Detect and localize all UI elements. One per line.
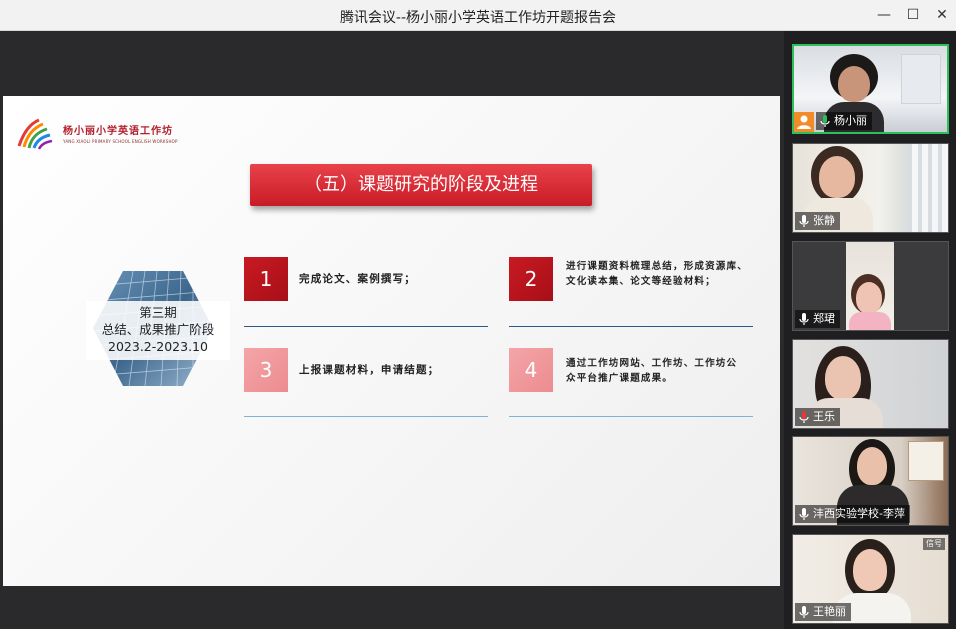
video-tile-participant[interactable]: 张静	[792, 143, 949, 233]
phase-dates: 2023.2-2023.10	[108, 339, 208, 354]
step-divider-1	[244, 326, 488, 327]
participant-name: 杨小丽	[834, 114, 867, 127]
window-title: 腾讯会议--杨小丽小学英语工作坊开题报告会	[339, 10, 617, 26]
microphone-active-icon	[820, 115, 830, 127]
step-number-3: 3	[244, 348, 288, 392]
participant-nametag: 郑珺	[795, 310, 840, 328]
participant-name: 张静	[813, 214, 835, 227]
phase-number: 第三期	[139, 305, 177, 320]
participant-nametag: 张静	[795, 212, 840, 230]
step-text-2: 进行课题资料梳理总结，形成资源库、文化读本集、论文等经验材料；	[566, 261, 748, 287]
signal-indicator: 信号	[923, 538, 945, 550]
video-tile-participant[interactable]: 信号 王艳丽	[792, 534, 949, 624]
slide-banner-title: （五）课题研究的阶段及进程	[250, 164, 592, 206]
step-divider-3	[244, 416, 488, 417]
step-divider-2	[509, 326, 753, 327]
step-number-2: 2	[509, 257, 553, 301]
video-tile-participant[interactable]: 沣西实验学校-李萍	[792, 436, 949, 526]
window-titlebar: 腾讯会议--杨小丽小学英语工作坊开题报告会 — ☐ ✕	[0, 0, 956, 31]
microphone-icon	[799, 215, 809, 227]
minimize-button[interactable]: —	[873, 5, 895, 25]
participant-nametag: 杨小丽	[816, 112, 872, 130]
logo-english-text: YANG XIAOLI PRIMARY SCHOOL ENGLISH WORKS…	[63, 139, 178, 144]
participant-nametag: 王艳丽	[795, 603, 851, 621]
microphone-icon	[799, 508, 809, 520]
close-button[interactable]: ✕	[931, 5, 953, 25]
participant-name: 王艳丽	[813, 605, 846, 618]
workshop-logo-icon	[17, 118, 53, 150]
shared-screen-area: 杨小丽小学英语工作坊 YANG XIAOLI PRIMARY SCHOOL EN…	[0, 31, 784, 629]
participants-video-sidebar: 杨小丽 张静 郑珺 王乐 沣西实验学校-李萍 信号 王艳丽	[784, 31, 956, 629]
maximize-button[interactable]: ☐	[902, 5, 924, 25]
microphone-muted-icon	[799, 411, 809, 423]
step-divider-4	[509, 416, 753, 417]
participant-name: 王乐	[813, 410, 835, 423]
step-text-1: 完成论文、案例撰写；	[299, 273, 416, 285]
video-tile-participant[interactable]: 郑珺	[792, 241, 949, 331]
presentation-slide: 杨小丽小学英语工作坊 YANG XIAOLI PRIMARY SCHOOL EN…	[3, 96, 780, 586]
phase-name: 总结、成果推广阶段	[101, 322, 215, 337]
video-tile-participant[interactable]: 杨小丽	[792, 44, 949, 134]
step-text-3: 上报课题材料，申请结题；	[299, 364, 440, 376]
host-user-icon	[794, 112, 814, 132]
participant-nametag: 王乐	[795, 408, 840, 426]
phase-label-box: 第三期 总结、成果推广阶段 2023.2-2023.10	[86, 301, 230, 360]
participant-name: 沣西实验学校-李萍	[813, 507, 905, 520]
microphone-icon	[799, 313, 809, 325]
participant-nametag: 沣西实验学校-李萍	[795, 505, 910, 523]
logo-chinese-text: 杨小丽小学英语工作坊	[63, 126, 173, 137]
step-number-4: 4	[509, 348, 553, 392]
step-text-4: 通过工作坊网站、工作坊、工作坊公众平台推广课题成果。	[566, 358, 738, 384]
participant-name: 郑珺	[813, 312, 835, 325]
step-number-1: 1	[244, 257, 288, 301]
microphone-icon	[799, 606, 809, 618]
video-tile-participant[interactable]: 王乐	[792, 339, 949, 429]
